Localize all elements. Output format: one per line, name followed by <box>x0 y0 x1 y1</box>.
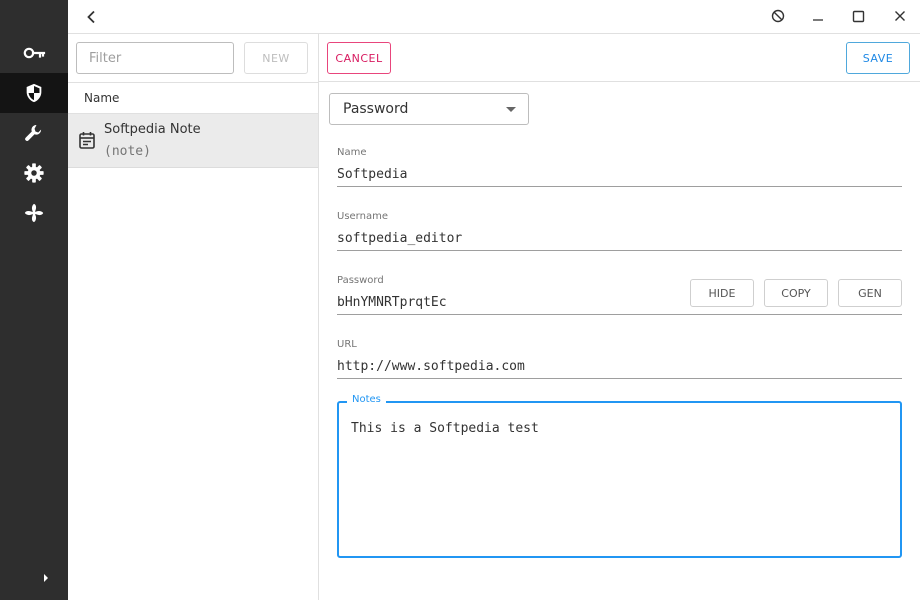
name-field[interactable]: Name Softpedia <box>337 147 902 187</box>
password-label: Password <box>337 275 384 286</box>
rail-item-settings[interactable] <box>0 153 68 193</box>
copy-password-button[interactable]: COPY <box>764 279 828 307</box>
name-label: Name <box>337 147 367 158</box>
maximize-button[interactable] <box>846 5 870 27</box>
username-label: Username <box>337 211 388 222</box>
title-bar <box>68 0 920 34</box>
rail-item-keys[interactable] <box>0 33 68 73</box>
hide-password-button[interactable]: HIDE <box>690 279 754 307</box>
chevron-right-icon <box>44 574 48 582</box>
wrench-icon <box>25 125 42 141</box>
app-window: NEW Name Softpedia Note (note) CANCEL SA… <box>0 0 920 600</box>
username-field[interactable]: Username softpedia_editor <box>337 211 902 251</box>
block-icon <box>771 9 785 23</box>
gear-icon <box>24 163 44 183</box>
cancel-button[interactable]: CANCEL <box>327 42 391 74</box>
minimize-icon <box>813 19 823 21</box>
editor-toolbar: CANCEL SAVE <box>319 34 920 82</box>
rail-item-security[interactable] <box>0 73 68 113</box>
rail-expand-button[interactable] <box>36 570 56 586</box>
maximize-icon <box>852 10 864 22</box>
back-button[interactable] <box>80 6 102 28</box>
notes-value: This is a Softpedia test <box>351 421 539 436</box>
url-value: http://www.softpedia.com <box>337 359 525 374</box>
rail-item-fan[interactable] <box>0 193 68 233</box>
sidebar-rail <box>0 0 68 600</box>
list-item[interactable]: Softpedia Note (note) <box>68 114 318 168</box>
caret-down-icon <box>506 107 516 112</box>
items-list-panel: NEW Name Softpedia Note (note) <box>68 34 319 600</box>
list-item-title: Softpedia Note <box>104 122 201 137</box>
note-icon <box>79 132 95 149</box>
filter-input[interactable] <box>76 42 234 74</box>
type-select[interactable]: Password <box>329 93 529 125</box>
save-button[interactable]: SAVE <box>846 42 910 74</box>
list-item-type: (note) <box>104 144 151 159</box>
editor-panel: CANCEL SAVE Password Name Softpedia User… <box>319 34 920 600</box>
close-icon <box>895 11 905 21</box>
username-value: softpedia_editor <box>337 231 463 246</box>
password-value: bHnYMNRTprqtEc <box>337 295 447 310</box>
list-column-header: Name <box>68 82 318 114</box>
chevron-left-icon <box>87 10 95 24</box>
notes-textarea[interactable]: Notes This is a Softpedia test <box>337 394 902 558</box>
url-label: URL <box>337 339 357 350</box>
generate-password-button[interactable]: GEN <box>838 279 902 307</box>
url-field[interactable]: URL http://www.softpedia.com <box>337 339 902 379</box>
notes-label: Notes <box>347 394 386 405</box>
pinwheel-icon <box>24 203 44 223</box>
close-button[interactable] <box>888 5 912 27</box>
new-button[interactable]: NEW <box>244 42 308 74</box>
name-value: Softpedia <box>337 167 408 182</box>
shield-icon <box>26 83 42 103</box>
minimize-button[interactable] <box>806 5 830 27</box>
key-icon <box>23 47 46 59</box>
rail-item-tools[interactable] <box>0 113 68 153</box>
block-button[interactable] <box>766 5 790 27</box>
type-select-value: Password <box>343 101 409 117</box>
